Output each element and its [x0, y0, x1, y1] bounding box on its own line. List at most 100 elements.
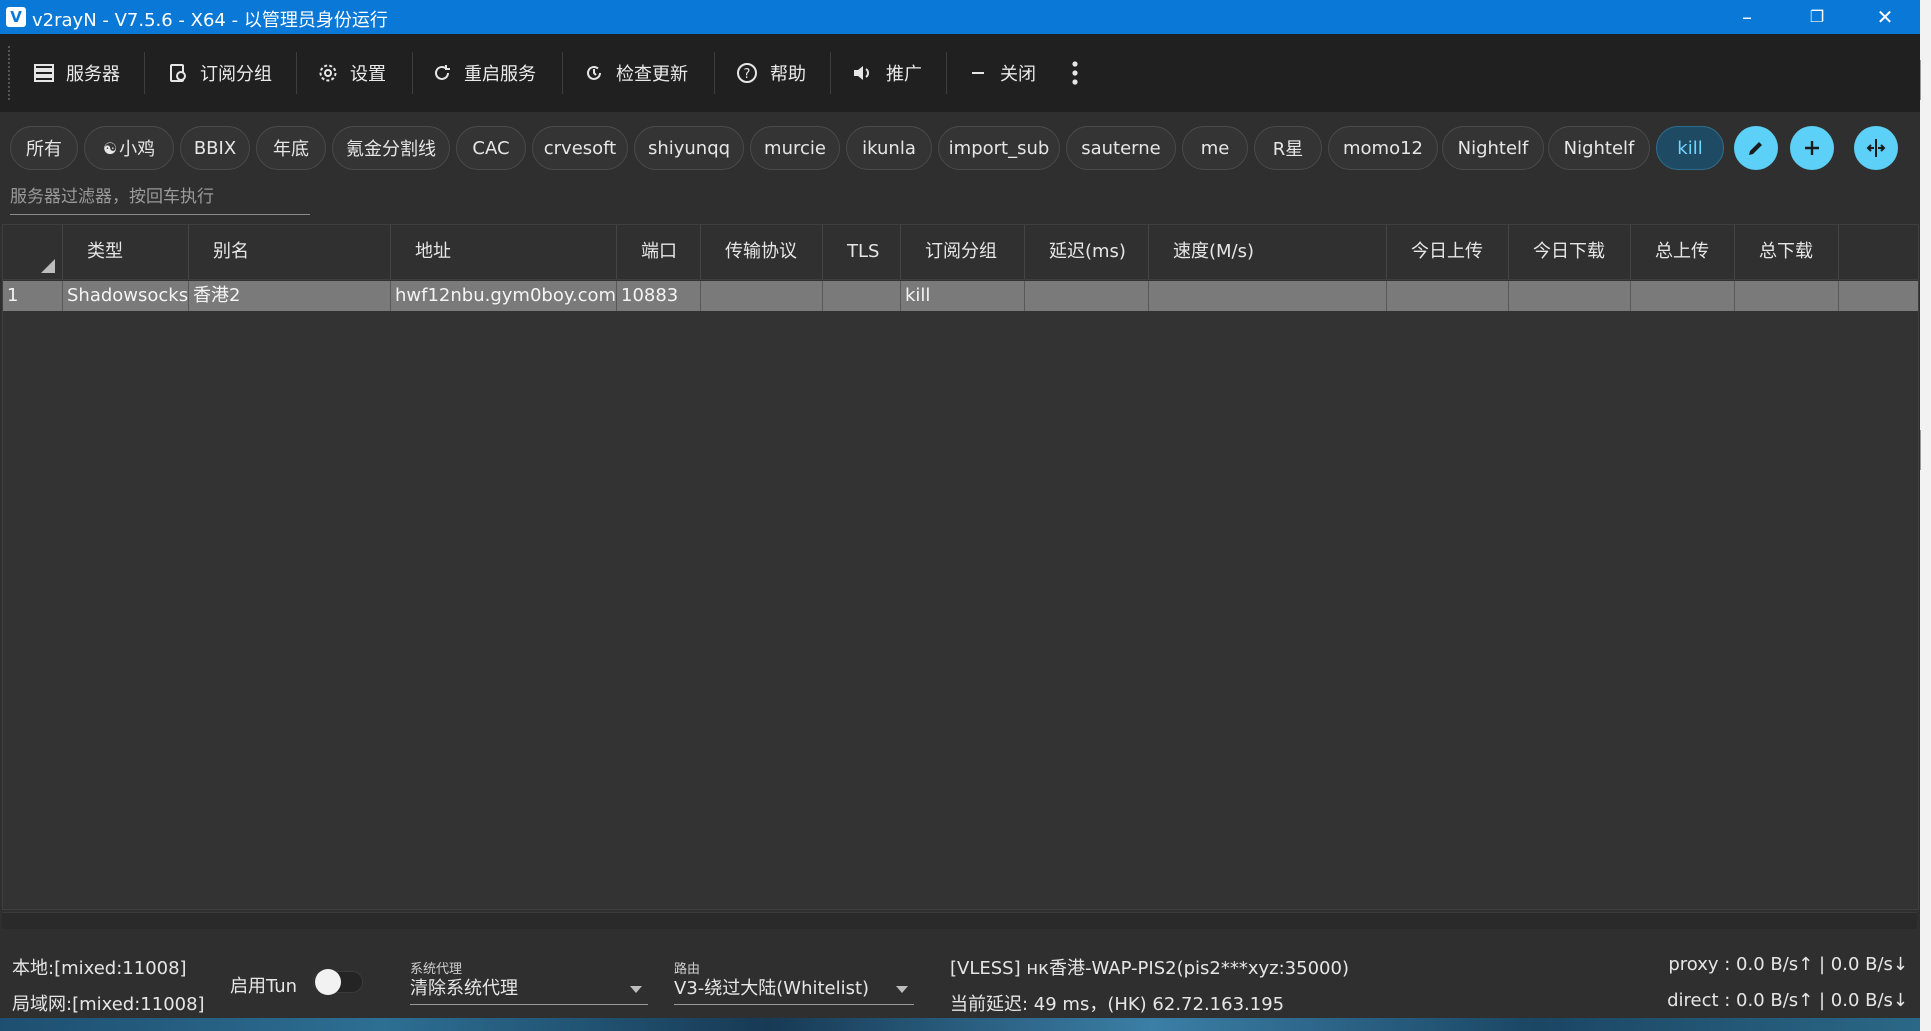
column-header[interactable]: TLS	[823, 225, 901, 279]
group-chip[interactable]: ikunla	[846, 126, 932, 170]
add-group-button[interactable]	[1790, 126, 1834, 170]
column-header[interactable]: 传输协议	[701, 225, 823, 279]
subscription-group-button[interactable]: 订阅分组	[168, 56, 272, 90]
restart-service-button[interactable]: 重启服务	[432, 56, 536, 90]
group-chip[interactable]: 年底	[256, 126, 326, 170]
edit-group-button[interactable]	[1734, 126, 1778, 170]
column-header[interactable]: 延迟(ms)	[1025, 225, 1149, 279]
group-chip[interactable]: crvesoft	[532, 126, 628, 170]
server-filter-input[interactable]: 服务器过滤器，按回车执行	[10, 184, 310, 215]
group-chip[interactable]: 氪金分割线	[332, 126, 450, 170]
group-chip[interactable]: BBIX	[180, 126, 250, 170]
select-all-corner[interactable]	[3, 225, 63, 279]
chip-label: 氪金分割线	[346, 139, 436, 160]
promotion-label: 推广	[886, 64, 922, 85]
system-proxy-value: 清除系统代理	[410, 978, 518, 999]
column-header[interactable]: 速度(M/s)	[1149, 225, 1387, 279]
routing-select[interactable]: V3-绕过大陆(Whitelist)	[674, 974, 914, 1005]
title-bar: V v2rayN - V7.5.6 - X64 - 以管理员身份运行 – ❐ ✕	[0, 0, 1920, 34]
more-menu-button[interactable]	[1070, 56, 1092, 90]
chevron-down-icon	[630, 986, 642, 993]
chip-label: kill	[1677, 137, 1703, 159]
chip-label: import_sub	[948, 137, 1050, 159]
cell-port: 10883	[617, 281, 701, 311]
main-toolbar: 服务器 订阅分组 设置 重启服务 检查更新 ? 帮助 推广 关闭	[0, 34, 1920, 112]
system-proxy-select[interactable]: 清除系统代理	[410, 974, 648, 1005]
minimize-button[interactable]: –	[1712, 0, 1782, 34]
current-delay-text: 当前延迟: 49 ms，(HK) 62.72.163.195	[950, 994, 1285, 1015]
cell-today-up	[1387, 281, 1509, 311]
cell-today-down	[1509, 281, 1631, 311]
server-icon	[34, 64, 54, 82]
group-chip[interactable]: me	[1182, 126, 1248, 170]
group-chip-selected[interactable]: kill	[1656, 126, 1724, 170]
v2rayn-logo-icon: V	[6, 7, 26, 27]
group-chip-bar: 所有 ☯ 小鸡 BBIX 年底 氪金分割线 CAC crvesoft shiyun…	[0, 122, 1920, 172]
horizontal-scrollbar[interactable]	[2, 912, 1917, 929]
servers-button[interactable]: 服务器	[34, 56, 120, 90]
cell-subgroup: kill	[901, 281, 1025, 311]
column-header[interactable]: 订阅分组	[901, 225, 1025, 279]
chevron-down-icon	[896, 986, 908, 993]
group-chip[interactable]: momo12	[1328, 126, 1438, 170]
help-button[interactable]: ? 帮助	[736, 56, 806, 90]
group-chip[interactable]: shiyunqq	[634, 126, 744, 170]
servers-label: 服务器	[66, 64, 120, 85]
check-update-button[interactable]: 检查更新	[584, 56, 688, 90]
group-chip[interactable]: CAC	[456, 126, 526, 170]
group-chip[interactable]: ☯ 小鸡	[84, 126, 174, 170]
update-icon	[587, 65, 601, 80]
cell-total-down	[1735, 281, 1839, 311]
column-header[interactable]: 今日上传	[1387, 225, 1509, 279]
close-app-button[interactable]: 关闭	[968, 56, 1036, 90]
promotion-button[interactable]: 推广	[852, 56, 922, 90]
column-header[interactable]: 类型	[63, 225, 189, 279]
avatar-icon: ☯	[102, 138, 118, 158]
column-header[interactable]: 地址	[391, 225, 617, 279]
current-server-text[interactable]: [VLESS] нк香港-WAP-PIS2(pis2***xyz:35000)	[950, 954, 1349, 980]
group-chip[interactable]: Nightelf	[1442, 126, 1544, 170]
column-header[interactable]: 总下载	[1735, 225, 1839, 279]
help-label: 帮助	[770, 64, 806, 85]
restart-service-label: 重启服务	[464, 64, 536, 85]
toolbar-grip	[8, 46, 14, 100]
settings-button[interactable]: 设置	[318, 56, 386, 90]
cell-delay	[1025, 281, 1149, 311]
settings-label: 设置	[350, 64, 386, 85]
subscription-group-label: 订阅分组	[200, 64, 272, 85]
routing-value: V3-绕过大陆(Whitelist)	[674, 978, 870, 999]
split-icon	[1866, 139, 1886, 157]
cell-filler	[1839, 281, 1918, 311]
chip-label: R星	[1272, 139, 1304, 160]
table-row[interactable]: 1 Shadowsocks 香港2 hwf12nbu.gym0boy.com 1…	[3, 281, 1918, 311]
check-update-label: 检查更新	[616, 64, 688, 85]
chip-label: shiyunqq	[647, 137, 731, 159]
maximize-button[interactable]: ❐	[1782, 0, 1852, 34]
group-chip[interactable]: 所有	[10, 126, 78, 170]
group-chip[interactable]: Nightelf	[1548, 126, 1650, 170]
chip-label: Nightelf	[1563, 137, 1635, 159]
chip-label: CAC	[472, 137, 510, 159]
cell-speed	[1149, 281, 1387, 311]
restart-icon	[435, 65, 450, 80]
tun-toggle[interactable]	[313, 969, 363, 995]
cell-tls	[823, 281, 901, 311]
window-edge	[1920, 0, 1931, 1031]
row-index: 1	[3, 281, 63, 311]
add-icon	[1805, 141, 1819, 155]
column-header[interactable]: 端口	[617, 225, 701, 279]
column-header[interactable]: 总上传	[1631, 225, 1735, 279]
column-header[interactable]: 别名	[189, 225, 391, 279]
group-chip[interactable]: sauterne	[1066, 126, 1176, 170]
group-chip[interactable]: R星	[1254, 126, 1322, 170]
chip-label: Nightelf	[1457, 137, 1529, 159]
split-group-button[interactable]	[1854, 126, 1898, 170]
direct-speed-text: direct : 0.0 B/s↑ | 0.0 B/s↓	[1667, 990, 1908, 1011]
column-header[interactable]: 今日下载	[1509, 225, 1631, 279]
close-window-button[interactable]: ✕	[1850, 0, 1920, 34]
group-chip[interactable]: import_sub	[938, 126, 1060, 170]
chip-label: 小鸡	[119, 139, 156, 160]
group-chip[interactable]: murcie	[750, 126, 840, 170]
subscription-icon	[170, 64, 186, 82]
chip-label: 年底	[273, 139, 309, 160]
